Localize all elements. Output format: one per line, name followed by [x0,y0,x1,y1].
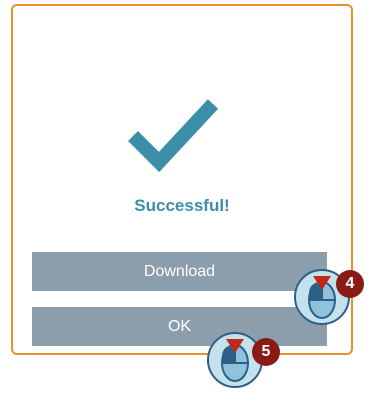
step-badge: 4 [336,270,364,298]
step-badge: 5 [252,338,280,366]
download-button[interactable]: Download [32,252,327,291]
checkmark-icon [128,99,219,173]
ok-button[interactable]: OK [32,307,327,346]
status-message: Successful! [134,196,230,215]
